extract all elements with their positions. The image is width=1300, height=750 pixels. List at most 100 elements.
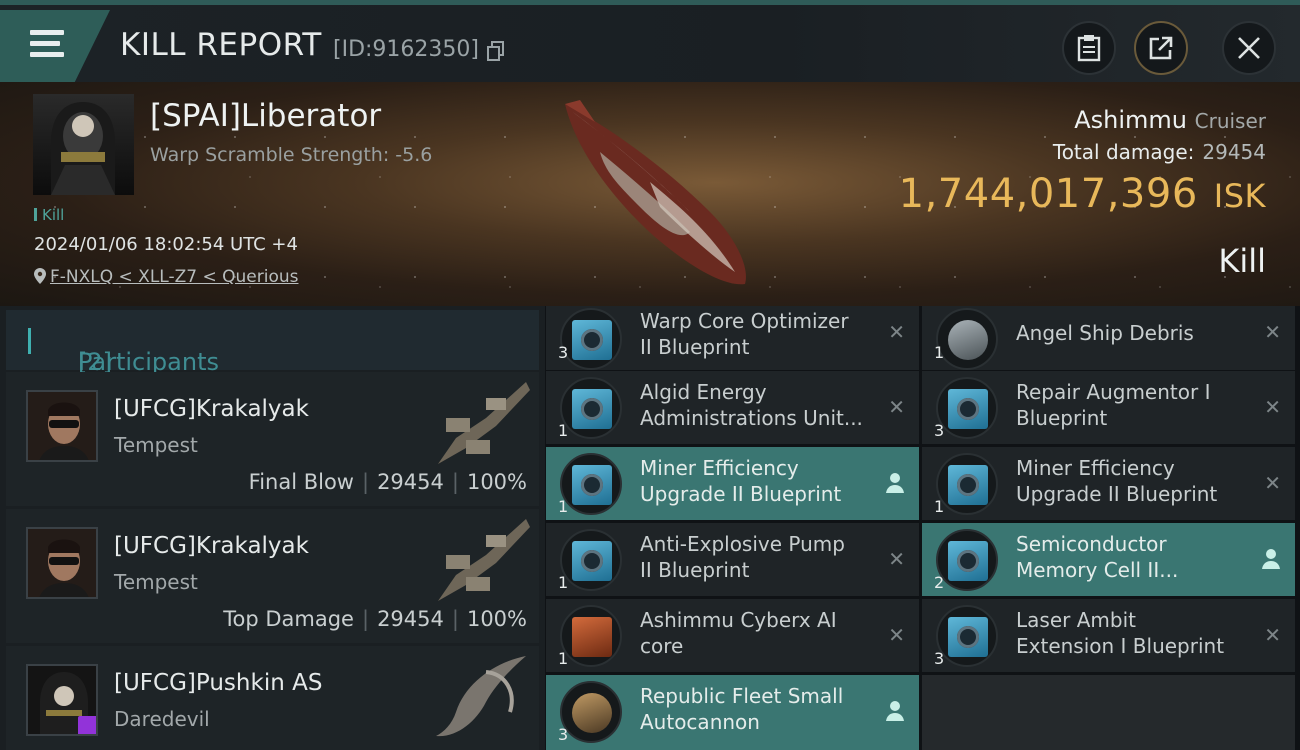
- item-qty: 1: [558, 573, 569, 592]
- participant-name[interactable]: [UFCG]Krakalyak: [114, 396, 309, 422]
- kill-tag-marker: [34, 208, 37, 221]
- copy-icon[interactable]: [487, 41, 505, 61]
- victim-portrait[interactable]: [33, 94, 134, 195]
- item-icon-frame: [948, 617, 988, 657]
- victim-banner: [SPAI]Liberator Warp Scramble Strength: …: [0, 82, 1300, 306]
- item-card[interactable]: 1 Algid Energy Administrations Unit... ✕: [546, 371, 919, 444]
- item-icon: [560, 453, 622, 515]
- item-name: Laser Ambit Extension I Blueprint: [1016, 607, 1246, 659]
- item-name-line1: Algid Energy: [640, 380, 767, 404]
- item-icon: [560, 377, 622, 439]
- item-icon-glyph: [581, 398, 603, 420]
- participant-ship-image: [438, 382, 530, 464]
- participant-ship-image: [438, 519, 530, 601]
- participant-row[interactable]: [UFCG]Krakalyak Tempest Top Damage | 29454…: [6, 509, 539, 643]
- item-icon-frame: [948, 389, 988, 429]
- destroyed-icon: ✕: [888, 623, 905, 647]
- item-name-line2: Upgrade II Blueprint: [640, 482, 842, 506]
- warp-scramble-strength: Warp Scramble Strength: -5.6: [150, 144, 433, 166]
- item-icon-glyph: [581, 474, 603, 496]
- participants-header-marker: [28, 328, 31, 354]
- total-damage-value: 29454: [1202, 140, 1266, 164]
- avatar: [26, 527, 98, 599]
- kill-location[interactable]: F-NXLQ < XLL-Z7 < Querious: [34, 267, 298, 287]
- participant-ship-image: [436, 656, 526, 737]
- item-icon: [560, 529, 622, 591]
- close-button[interactable]: [1222, 21, 1276, 75]
- isk-value: 1,744,017,396 ISK: [899, 171, 1266, 217]
- kill-timestamp: 2024/01/06 18:02:54 UTC +4: [34, 234, 298, 255]
- item-name-line1: Angel Ship Debris: [1016, 321, 1194, 345]
- item-icon-frame: [948, 465, 988, 505]
- item-name-line1: Repair Augmentor I: [1016, 380, 1211, 404]
- total-damage-label: Total damage:: [1052, 140, 1195, 164]
- item-name-line1: Semiconductor: [1016, 532, 1167, 556]
- item-card[interactable]: 1 Miner Efficiency Upgrade II Blueprint ✕: [922, 447, 1295, 520]
- participant-damage: 29454: [377, 470, 444, 494]
- share-button[interactable]: [1134, 21, 1188, 75]
- item-name-line2: II Blueprint: [640, 558, 750, 582]
- page-title: KILL REPORT: [120, 27, 322, 63]
- item-name-line1: Warp Core Optimizer: [640, 309, 849, 333]
- item-card[interactable]: 3 Republic Fleet Small Autocannon: [546, 675, 919, 750]
- item-card[interactable]: 1 Anti-Explosive Pump II Blueprint ✕: [546, 523, 919, 596]
- item-name-line1: Miner Efficiency: [640, 456, 799, 480]
- victim-name[interactable]: [SPAI]Liberator: [150, 98, 381, 134]
- participant-name[interactable]: [UFCG]Pushkin AS: [114, 670, 322, 696]
- participant-percent: 100%: [466, 470, 527, 494]
- item-name: Republic Fleet Small Autocannon: [640, 683, 870, 735]
- item-icon-frame: [572, 617, 612, 657]
- menu-button[interactable]: [0, 10, 110, 82]
- item-name-line2: Autocannon: [640, 710, 760, 734]
- participant-ship: Tempest: [114, 570, 198, 594]
- total-damage: Total damage: 29454: [1053, 140, 1266, 164]
- item-qty: 2: [934, 573, 945, 592]
- dropped-user-icon: [886, 701, 904, 721]
- item-icon-glyph: [957, 626, 979, 648]
- victim-ship: Ashimmu Cruiser: [1074, 106, 1266, 134]
- item-card[interactable]: 1 Angel Ship Debris ✕: [922, 306, 1295, 370]
- item-name-line1: Anti-Explosive Pump: [640, 532, 845, 556]
- location-pin-icon: [34, 268, 46, 284]
- clipboard-button[interactable]: [1062, 21, 1116, 75]
- participant-role: Top Damage: [223, 607, 354, 631]
- participant-row[interactable]: [UFCG]Krakalyak Tempest Final Blow | 29454…: [6, 372, 539, 506]
- item-card[interactable]: 3 Laser Ambit Extension I Blueprint ✕: [922, 599, 1295, 672]
- destroyed-icon: ✕: [888, 320, 905, 344]
- participant-damage: 29454: [377, 607, 444, 631]
- location-link[interactable]: F-NXLQ < XLL-Z7 < Querious: [50, 267, 298, 287]
- item-icon: [936, 605, 998, 667]
- kill-tag-label: Kill: [42, 206, 65, 224]
- item-name-line2: II Blueprint: [640, 335, 750, 359]
- item-name: Warp Core Optimizer II Blueprint: [640, 308, 870, 360]
- item-icon-frame: [572, 693, 612, 733]
- item-qty: 1: [558, 421, 569, 440]
- item-card[interactable]: 3 Warp Core Optimizer II Blueprint ✕: [546, 306, 919, 370]
- item-card[interactable]: 1 Ashimmu Cyberx AI core ✕: [546, 599, 919, 672]
- item-qty: 3: [558, 343, 569, 362]
- item-card[interactable]: 1 Miner Efficiency Upgrade II Blueprint: [546, 447, 919, 520]
- item-icon-frame: [572, 465, 612, 505]
- item-icon-glyph: [957, 474, 979, 496]
- participant-stats: Final Blow | 29454 | 100%: [248, 470, 527, 494]
- destroyed-icon: ✕: [1264, 320, 1281, 344]
- menu-icon: [30, 30, 64, 35]
- item-card[interactable]: 2 Semiconductor Memory Cell II...: [922, 523, 1295, 596]
- item-icon: [560, 308, 622, 370]
- victim-ship-image: [565, 100, 746, 285]
- participant-row[interactable]: [UFCG]Pushkin AS Daredevil: [6, 646, 539, 750]
- participants-header: Participants [2]: [6, 310, 539, 376]
- menu-icon-bar: [30, 52, 64, 57]
- kill-tag: Kill: [34, 206, 64, 224]
- item-name: Ashimmu Cyberx AI core: [640, 607, 870, 659]
- item-card[interactable]: 3 Repair Augmentor I Blueprint ✕: [922, 371, 1295, 444]
- item-name: Repair Augmentor I Blueprint: [1016, 379, 1246, 431]
- participant-name[interactable]: [UFCG]Krakalyak: [114, 533, 309, 559]
- item-icon-frame: [948, 541, 988, 581]
- isk-currency: ISK: [1213, 177, 1266, 215]
- participant-ship: Daredevil: [114, 707, 210, 731]
- victim-ship-name[interactable]: Ashimmu: [1074, 106, 1187, 134]
- report-id: [ID:9162350]: [333, 37, 479, 62]
- dropped-user-icon: [1262, 549, 1280, 569]
- menu-icon-bar: [30, 41, 60, 46]
